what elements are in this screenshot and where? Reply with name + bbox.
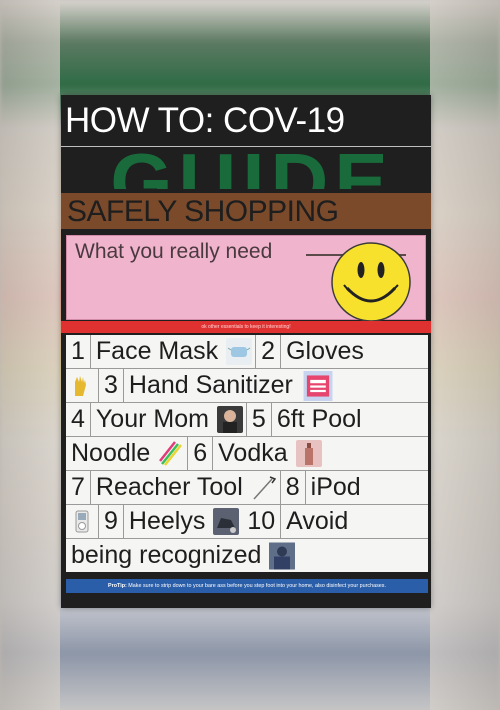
protip-body: Make sure to strip down to your bare ass…: [128, 583, 386, 589]
pool-noodle-thumb: [158, 440, 185, 467]
shopping-list: 1 Face Mask 2 Gloves 3 Hand Sanitizer 4: [66, 335, 428, 572]
background-left-shade: [0, 0, 60, 710]
item-heelys: Heelys: [128, 507, 206, 535]
ipod-thumb: [69, 508, 95, 535]
red-note: ok other essentials to keep it interesti…: [201, 324, 291, 330]
vodka-thumb: [295, 440, 322, 467]
recognized-thumb: [269, 542, 296, 569]
poster-title: HOW TO: COV-19: [65, 101, 345, 140]
list-row: 3 Hand Sanitizer: [66, 369, 428, 403]
item-hand-sanitizer: Hand Sanitizer: [128, 371, 293, 399]
item-face-mask: Face Mask: [95, 337, 219, 365]
item-reacher-tool: Reacher Tool: [95, 473, 243, 501]
smiley-icon: [331, 242, 411, 322]
item-ipod: iPod: [310, 473, 361, 501]
item-gloves: Gloves: [286, 337, 364, 365]
poster-subtitle: SAFELY SHOPPING: [67, 195, 339, 228]
gloves-thumb: [69, 372, 95, 399]
item-number: 8: [279, 471, 306, 504]
item-avoid-cont: being recognized: [71, 541, 262, 569]
list-row: 9 Heelys 10 Avoid: [66, 505, 428, 539]
list-row: 4 Your Mom 5 6ft Pool: [66, 403, 428, 437]
your-mom-thumb: [216, 406, 243, 433]
face-mask-thumb: [226, 338, 253, 365]
background-right-shade: [430, 0, 500, 710]
item-number: 5: [245, 403, 272, 436]
item-pool-noodle-cont: Noodle: [71, 439, 151, 467]
list-row: being recognized: [66, 539, 428, 572]
list-row: 1 Face Mask 2 Gloves: [66, 335, 428, 369]
item-your-mom: Your Mom: [95, 405, 209, 433]
heelys-thumb: [213, 508, 240, 535]
protip-label: ProTip:: [108, 583, 127, 589]
item-number: 4: [66, 403, 91, 436]
list-row: 7 Reacher Tool 8 iPod: [66, 471, 428, 505]
item-number: 1: [66, 335, 91, 368]
item-number: 10: [242, 505, 282, 538]
list-row: Noodle 6 Vodka: [66, 437, 428, 471]
need-text: What you really need: [75, 240, 273, 263]
item-number: 6: [187, 437, 214, 470]
guide-heading: GUIDE: [110, 137, 394, 189]
item-number: 2: [255, 335, 282, 368]
item-pool-noodle: 6ft Pool: [276, 405, 362, 433]
item-number: 7: [66, 471, 91, 504]
item-vodka: Vodka: [218, 439, 288, 467]
item-avoid: Avoid: [286, 507, 349, 535]
reacher-tool-thumb: [250, 474, 277, 501]
guide-poster: HOW TO: COV-19 GUIDE SAFELY SHOPPING Wha…: [61, 95, 431, 608]
item-number: 9: [98, 505, 124, 538]
item-number: 3: [98, 369, 124, 402]
hand-sanitizer-thumb: [303, 370, 333, 401]
protip-text: ProTip: Make sure to strip down to your …: [66, 580, 428, 592]
